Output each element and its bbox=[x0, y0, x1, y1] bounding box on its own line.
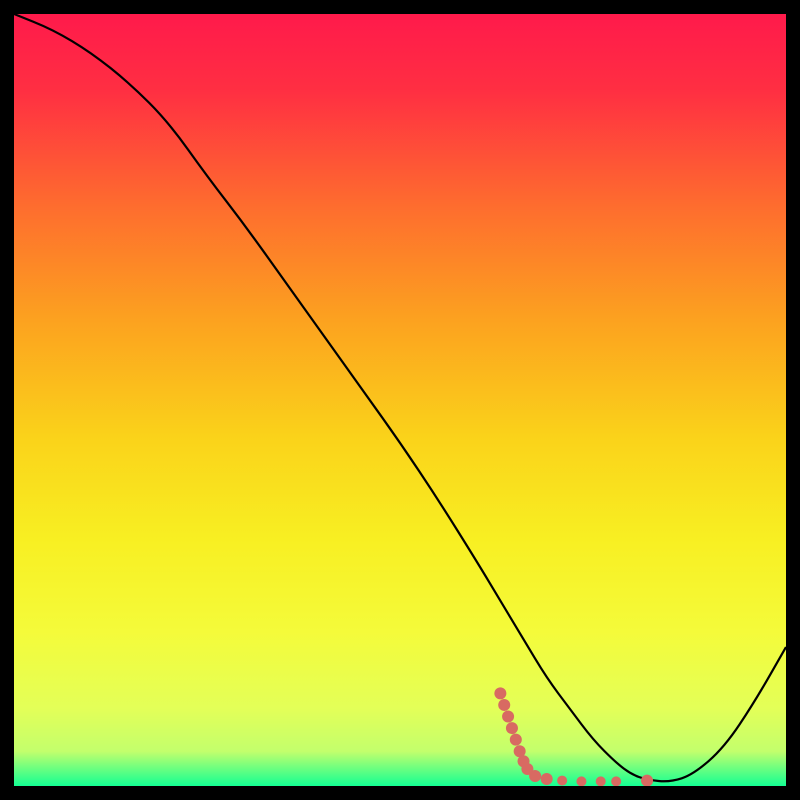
bottleneck-chart bbox=[14, 14, 786, 786]
optimal-point bbox=[596, 776, 606, 786]
optimal-point bbox=[494, 687, 506, 699]
optimal-point bbox=[557, 776, 567, 786]
chart-frame: TheBottleneck.com bbox=[14, 14, 786, 786]
optimal-point bbox=[611, 776, 621, 786]
optimal-point bbox=[529, 770, 541, 782]
optimal-point bbox=[506, 722, 518, 734]
optimal-point bbox=[541, 773, 553, 785]
optimal-point bbox=[502, 711, 514, 723]
gradient-background bbox=[14, 14, 786, 786]
optimal-point bbox=[510, 734, 522, 746]
optimal-point bbox=[576, 776, 586, 786]
optimal-point bbox=[498, 699, 510, 711]
